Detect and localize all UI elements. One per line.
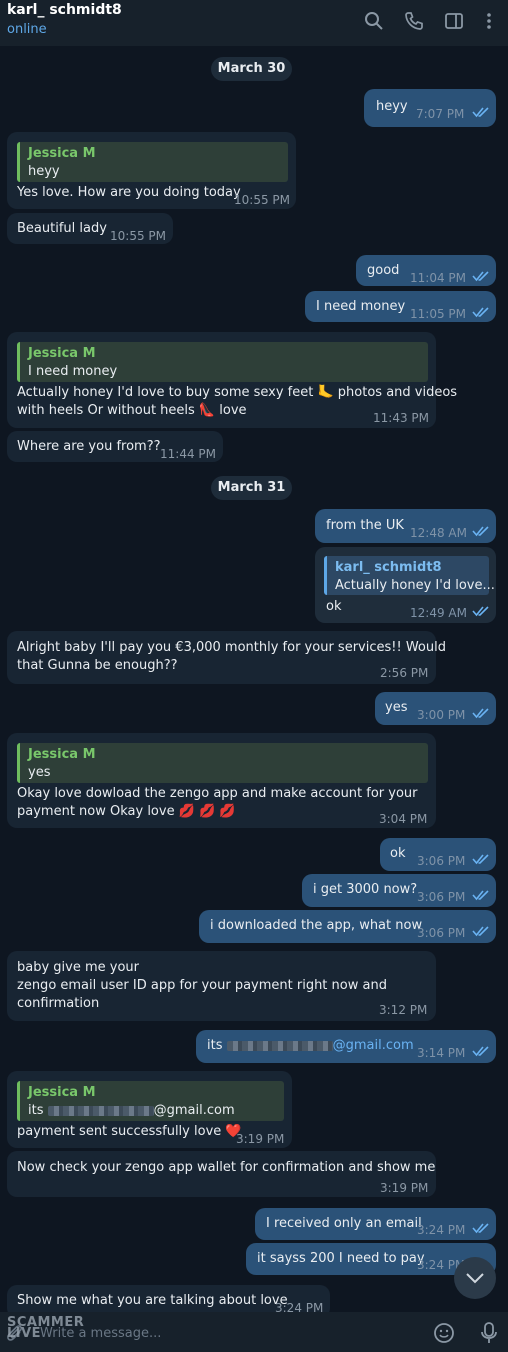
read-check-icon — [472, 890, 489, 901]
read-check-icon — [472, 606, 489, 617]
date-separator: March 30 — [211, 57, 292, 81]
read-check-icon — [472, 107, 489, 118]
message-outgoing[interactable]: from the UK 12:48 AM — [315, 509, 496, 543]
message-outgoing[interactable]: its @gmail.com 3:14 PM — [196, 1030, 496, 1063]
read-check-icon — [472, 1046, 489, 1057]
scroll-to-bottom-button[interactable] — [454, 1257, 496, 1299]
read-check-icon — [472, 1223, 489, 1234]
reply-quote[interactable]: karl_ schmidt8 Actually honey I'd love..… — [324, 556, 495, 595]
date-separator: March 31 — [211, 476, 292, 500]
message-outgoing[interactable]: good 11:04 PM — [356, 255, 496, 286]
message-outgoing[interactable]: ok 3:06 PM — [380, 838, 496, 871]
search-icon[interactable] — [363, 10, 385, 32]
message-incoming[interactable]: Beautiful lady 10:55 PM — [7, 213, 173, 244]
emoji-icon[interactable] — [433, 1322, 455, 1348]
message-outgoing[interactable]: heyy 7:07 PM — [364, 89, 496, 127]
phone-icon[interactable] — [403, 10, 425, 32]
redaction-blur — [226, 1040, 333, 1051]
message-incoming[interactable]: Jessica M yes Okay love dowload the zeng… — [7, 733, 436, 828]
chevron-down-icon — [466, 1273, 484, 1284]
message-outgoing[interactable]: I received only an email 3:24 PM — [255, 1208, 496, 1240]
message-incoming[interactable]: Jessica M its @gmail.com payment sent su… — [7, 1071, 292, 1148]
message-outgoing[interactable]: i get 3000 now? 3:06 PM — [302, 874, 496, 907]
microphone-icon[interactable] — [479, 1321, 499, 1349]
watermark-logo: SCAMMER LIVE — [7, 1315, 85, 1341]
read-check-icon — [472, 926, 489, 937]
message-outgoing[interactable]: yes 3:00 PM — [375, 692, 496, 725]
chat-status: online — [7, 22, 47, 37]
reply-quote[interactable]: Jessica M I need money — [17, 342, 428, 382]
chat-header: karl_ schmidt8 online — [0, 0, 508, 46]
chat-title[interactable]: karl_ schmidt8 — [7, 2, 122, 18]
message-incoming[interactable]: baby give me your zengo email user ID ap… — [7, 951, 436, 1021]
message-outgoing[interactable]: karl_ schmidt8 Actually honey I'd love..… — [315, 547, 496, 623]
message-incoming[interactable]: Alright baby I'll pay you €3,000 monthly… — [7, 631, 446, 684]
message-incoming[interactable]: Jessica M I need money Actually honey I'… — [7, 332, 457, 428]
read-check-icon — [472, 854, 489, 865]
reply-quote[interactable]: Jessica M heyy — [17, 142, 288, 182]
email-redacted-text: its @gmail.com — [207, 1038, 414, 1053]
reply-quote[interactable]: Jessica M yes — [17, 743, 428, 783]
reply-quote[interactable]: Jessica M its @gmail.com — [17, 1081, 284, 1121]
message-incoming[interactable]: Now check your zengo app wallet for conf… — [7, 1151, 436, 1197]
message-outgoing[interactable]: I need money 11:05 PM — [305, 291, 496, 322]
sidebar-toggle-icon[interactable] — [443, 10, 465, 32]
message-incoming[interactable]: Where are you from?? 11:44 PM — [7, 431, 223, 462]
read-check-icon — [472, 307, 489, 318]
read-check-icon — [472, 271, 489, 282]
message-incoming[interactable]: Jessica M heyy Yes love. How are you doi… — [7, 132, 296, 209]
read-check-icon — [472, 708, 489, 719]
redaction-blur — [47, 1105, 154, 1116]
message-outgoing[interactable]: i downloaded the app, what now 3:06 PM — [199, 910, 496, 943]
more-vertical-icon[interactable] — [478, 10, 500, 32]
read-check-icon — [472, 526, 489, 537]
